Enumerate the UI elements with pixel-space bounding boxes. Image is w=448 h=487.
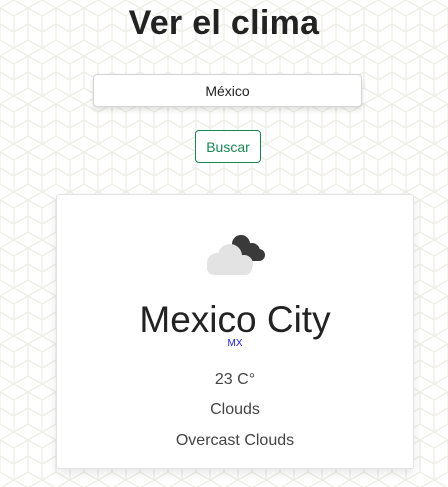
weather-condition: Clouds (210, 401, 260, 418)
search-button[interactable]: Buscar (195, 130, 261, 163)
cloud-icon (207, 235, 265, 275)
weather-app: Ver el clima Buscar Mexico City MX 23 C°… (0, 0, 448, 487)
weather-description: Overcast Clouds (175, 432, 295, 449)
city-name: Mexico City (139, 299, 331, 340)
weather-card: Mexico City MX 23 C° Clouds Overcast Clo… (56, 194, 414, 469)
city-search-input[interactable] (93, 74, 362, 107)
country-code: MX (227, 338, 243, 349)
page-title: Ver el clima (128, 4, 320, 42)
temperature: 23 C° (214, 371, 256, 388)
